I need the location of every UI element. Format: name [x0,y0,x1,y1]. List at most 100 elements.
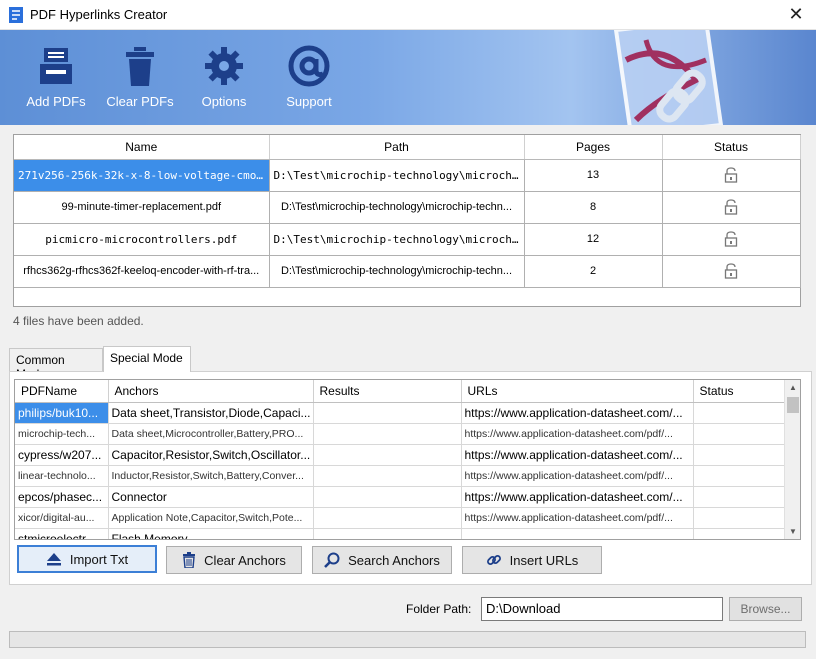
insert-urls-button[interactable]: Insert URLs [462,546,602,574]
file-pages: 2 [524,255,663,288]
anchor-url[interactable] [461,528,694,539]
files-count-message: 4 files have been added. [13,314,144,328]
support-label: Support [286,94,332,109]
table-row[interactable]: xicor/digital-au... Application Note,Cap… [15,507,786,529]
anchors-table: PDFName Anchors Results URLs Status phil… [15,380,786,539]
files-table: Name Path Pages Status 271v256-256k-32k-… [14,135,801,288]
col-urls-header[interactable]: URLs [461,380,694,403]
anchor-status [693,423,786,445]
col-path-header[interactable]: Path [269,135,525,160]
col-name-header[interactable]: Name [14,135,270,160]
options-button[interactable]: Options [182,44,266,109]
table-row[interactable]: stmicroelectr... Flash Memory [15,528,786,539]
table-row[interactable]: philips/buk10... Data sheet,Transistor,D… [15,402,786,424]
folder-path-label: Folder Path: [406,602,472,616]
anchor-results [313,528,462,539]
file-path[interactable]: D:\Test\microchip-technology\microchip-t… [269,223,525,256]
table-row[interactable]: epcos/phasec... Connector https://www.ap… [15,486,786,508]
window-title: PDF Hyperlinks Creator [30,7,168,22]
trash-icon [183,552,196,568]
files-table-panel: Name Path Pages Status 271v256-256k-32k-… [13,134,801,307]
tab-special-mode[interactable]: Special Mode [103,346,191,372]
file-path[interactable]: D:\Test\microchip-technology\microchip-t… [269,159,525,192]
scroll-down-icon[interactable]: ▼ [785,524,800,539]
table-row[interactable]: picmicro-microcontrollers.pdf D:\Test\mi… [14,223,801,256]
clear-pdfs-button[interactable]: Clear PDFs [98,44,182,109]
file-name[interactable]: 271v256-256k-32k-x-8-low-voltage-cmos-ep… [14,159,270,192]
anchor-pdfname[interactable]: stmicroelectr... [15,528,109,539]
unlock-icon [724,263,738,279]
anchor-pdfname[interactable]: philips/buk10... [15,402,109,424]
table-row[interactable]: linear-technolo... Inductor,Resistor,Swi… [15,465,786,487]
anchor-url[interactable]: https://www.application-datasheet.com/pd… [461,423,694,445]
file-path[interactable]: D:\Test\microchip-technology\microchip-t… [269,191,525,224]
title-bar: PDF Hyperlinks Creator ✕ [0,0,816,30]
anchor-status [693,486,786,508]
browse-button[interactable]: Browse... [729,597,802,621]
table-row[interactable]: 271v256-256k-32k-x-8-low-voltage-cmos-ep… [14,159,801,192]
anchor-keywords[interactable]: Connector [108,486,314,508]
options-label: Options [201,94,247,109]
col-status-header[interactable]: Status [693,380,786,403]
col-anchors-header[interactable]: Anchors [108,380,314,403]
file-name[interactable]: 99-minute-timer-replacement.pdf [14,191,270,224]
anchors-table-frame: PDFName Anchors Results URLs Status phil… [14,379,801,540]
anchor-pdfname[interactable]: linear-technolo... [15,465,109,487]
table-row[interactable]: rfhcs362g-rfhcs362f-keeloq-encoder-with-… [14,255,801,288]
anchor-url[interactable]: https://www.application-datasheet.com/pd… [461,507,694,529]
unlock-icon [724,167,738,183]
search-anchors-label: Search Anchors [348,552,440,568]
anchor-status [693,528,786,539]
anchor-results [313,402,462,424]
file-name[interactable]: rfhcs362g-rfhcs362f-keeloq-encoder-with-… [14,255,270,288]
add-pdfs-label: Add PDFs [26,94,86,109]
close-button[interactable]: ✕ [784,3,808,27]
clear-anchors-button[interactable]: Clear Anchors [166,546,302,574]
progress-bar [9,631,806,648]
anchor-keywords[interactable]: Data sheet,Microcontroller,Battery,PRO..… [108,423,314,445]
table-row[interactable]: cypress/w207... Capacitor,Resistor,Switc… [15,444,786,466]
file-pages: 13 [524,159,663,192]
anchor-keywords[interactable]: Capacitor,Resistor,Switch,Oscillator... [108,444,314,466]
pdf-chain-logo [613,30,724,125]
anchor-results [313,507,462,529]
col-pdfname-header[interactable]: PDFName [15,380,109,403]
anchor-url[interactable]: https://www.application-datasheet.com/..… [461,402,694,424]
scroll-up-icon[interactable]: ▲ [785,380,800,396]
file-name[interactable]: picmicro-microcontrollers.pdf [14,223,270,256]
col-status-header[interactable]: Status [662,135,801,160]
anchor-keywords[interactable]: Inductor,Resistor,Switch,Battery,Conver.… [108,465,314,487]
scroll-thumb[interactable] [787,397,799,413]
file-pages: 8 [524,191,663,224]
import-txt-label: Import Txt [69,551,129,567]
table-row[interactable]: microchip-tech... Data sheet,Microcontro… [15,423,786,445]
anchor-url[interactable]: https://www.application-datasheet.com/..… [461,486,694,508]
at-sign-icon [288,45,330,87]
file-path[interactable]: D:\Test\microchip-technology\microchip-t… [269,255,525,288]
col-results-header[interactable]: Results [313,380,462,403]
anchor-keywords[interactable]: Data sheet,Transistor,Diode,Capaci... [108,402,314,424]
folder-path-input[interactable]: D:\Download [481,597,723,621]
anchor-pdfname[interactable]: xicor/digital-au... [15,507,109,529]
tab-common-mode[interactable]: Common Mode [9,348,103,381]
anchor-status [693,444,786,466]
link-icon [486,555,501,565]
anchor-pdfname[interactable]: epcos/phasec... [15,486,109,508]
anchor-results [313,486,462,508]
anchor-results [313,465,462,487]
import-txt-button[interactable]: Import Txt [17,545,157,573]
anchor-pdfname[interactable]: microchip-tech... [15,423,109,445]
anchors-scrollbar[interactable]: ▲ ▼ [784,380,800,539]
add-pdfs-button[interactable]: Add PDFs [14,44,98,109]
anchor-pdfname[interactable]: cypress/w207... [15,444,109,466]
anchor-keywords[interactable]: Flash Memory [108,528,314,539]
anchor-url[interactable]: https://www.application-datasheet.com/..… [461,444,694,466]
search-anchors-button[interactable]: Search Anchors [312,546,452,574]
clear-pdfs-label: Clear PDFs [106,94,174,109]
col-pages-header[interactable]: Pages [524,135,663,160]
table-row[interactable]: 99-minute-timer-replacement.pdf D:\Test\… [14,191,801,224]
toolbar: Add PDFs Clear PDFs Options Support [0,30,816,125]
support-button[interactable]: Support [267,44,351,109]
anchor-url[interactable]: https://www.application-datasheet.com/pd… [461,465,694,487]
anchor-keywords[interactable]: Application Note,Capacitor,Switch,Pote..… [108,507,314,529]
